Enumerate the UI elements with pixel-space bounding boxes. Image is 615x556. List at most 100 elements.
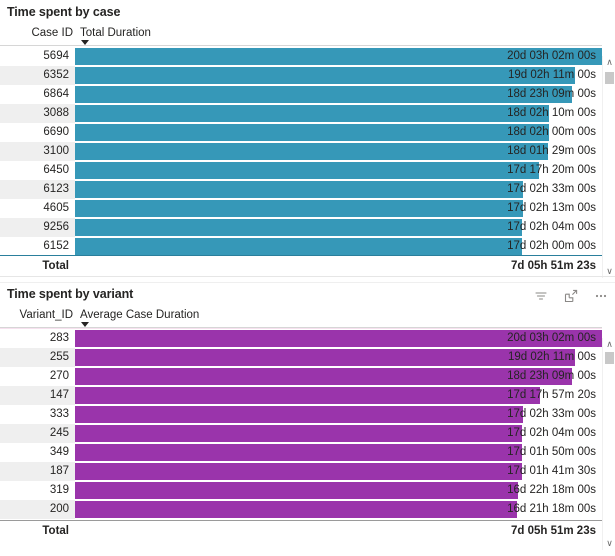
visual-time-spent-by-variant: Time spent by variant Variant_ID Average…	[0, 282, 615, 556]
table-row[interactable]: 283 20d 03h 02m 00s	[0, 329, 602, 348]
focus-mode-icon[interactable]	[563, 288, 579, 304]
table-row[interactable]: 200 16d 21h 18m 00s	[0, 500, 602, 519]
cell-id: 9256	[0, 218, 75, 237]
cell-id: 349	[0, 443, 75, 462]
table-row[interactable]: 9256 17d 02h 04m 00s	[0, 218, 602, 237]
table-row[interactable]: 3100 18d 01h 29m 00s	[0, 142, 602, 161]
cell-duration-label: 16d 22h 18m 00s	[507, 484, 596, 496]
cell-duration-bar: 20d 03h 02m 00s	[75, 329, 602, 348]
cell-duration-label: 20d 03h 02m 00s	[507, 50, 596, 62]
table-row[interactable]: 270 18d 23h 09m 00s	[0, 367, 602, 386]
more-options-icon[interactable]	[593, 288, 609, 304]
cell-id: 270	[0, 367, 75, 386]
visual-time-spent-by-case: Time spent by case Case ID Total Duratio…	[0, 0, 615, 295]
column-header-total-duration[interactable]: Total Duration	[75, 26, 602, 46]
cell-duration-label: 17d 17h 57m 20s	[507, 389, 596, 401]
cell-id: 333	[0, 405, 75, 424]
table-row[interactable]: 187 17d 01h 41m 30s	[0, 462, 602, 481]
sort-descending-caret-icon	[81, 40, 89, 45]
table-row[interactable]: 255 19d 02h 11m 00s	[0, 348, 602, 367]
cell-duration-label: 19d 02h 11m 00s	[507, 69, 596, 81]
table-row[interactable]: 4605 17d 02h 13m 00s	[0, 199, 602, 218]
cell-duration-bar: 17d 17h 20m 00s	[75, 161, 602, 180]
panel-divider	[0, 276, 615, 277]
data-bar	[75, 406, 523, 423]
cell-duration-bar: 17d 01h 50m 00s	[75, 443, 602, 462]
column-header-average-case-duration-label: Average Case Duration	[80, 309, 200, 321]
total-label-case: Total	[42, 259, 69, 272]
table-header-row-variant: Variant_ID Average Case Duration	[0, 308, 602, 328]
table-row[interactable]: 349 17d 01h 50m 00s	[0, 443, 602, 462]
cell-id: 319	[0, 481, 75, 500]
cell-duration-bar: 16d 14h 02m 00s	[75, 519, 602, 520]
cell-duration-label: 17d 02h 33m 00s	[507, 183, 596, 195]
scroll-up-arrow-variant[interactable]: ∧	[603, 338, 615, 351]
table-row[interactable]: 6864 18d 23h 09m 00s	[0, 85, 602, 104]
table-row[interactable]: 3088 18d 02h 10m 00s	[0, 104, 602, 123]
cell-id: 6690	[0, 123, 75, 142]
vertical-scroll-thumb-variant[interactable]	[605, 352, 614, 364]
cell-duration-bar: 17d 02h 13m 00s	[75, 199, 602, 218]
cell-duration-label: 20d 03h 02m 00s	[507, 332, 596, 344]
report-page: Time spent by case Case ID Total Duratio…	[0, 0, 615, 556]
filter-icon[interactable]	[533, 288, 549, 304]
cell-duration-label: 16d 21h 18m 00s	[507, 503, 596, 515]
column-header-average-case-duration[interactable]: Average Case Duration	[75, 308, 602, 328]
table-row[interactable]: 5694 20d 03h 02m 00s	[0, 47, 602, 66]
data-bar	[75, 181, 523, 198]
scroll-down-arrow-variant[interactable]: ∨	[603, 537, 615, 550]
column-header-total-duration-label: Total Duration	[80, 27, 151, 39]
cell-duration-bar: 18d 23h 09m 00s	[75, 367, 602, 386]
data-bar	[75, 482, 519, 499]
data-bar	[75, 143, 548, 160]
cell-id: 283	[0, 329, 75, 348]
total-value-case: 7d 05h 51m 23s	[510, 259, 596, 272]
table-row[interactable]: 333 17d 02h 33m 00s	[0, 405, 602, 424]
table-row[interactable]: 209 16d 14h 02m 00s	[0, 519, 602, 520]
cell-duration-bar: 17d 02h 33m 00s	[75, 180, 602, 199]
sort-descending-caret-icon	[81, 322, 89, 327]
table-body-case: 5694 20d 03h 02m 00s 6352 19d 02h 11m 00s 68…	[0, 46, 602, 255]
cell-duration-label: 17d 02h 00m 00s	[507, 240, 596, 252]
cell-duration-label: 19d 02h 11m 00s	[507, 351, 596, 363]
vertical-scroll-thumb-case[interactable]	[605, 72, 614, 84]
table-row[interactable]: 6352 19d 02h 11m 00s	[0, 66, 602, 85]
cell-duration-label: 18d 23h 09m 00s	[507, 370, 596, 382]
total-row-case: Total 7d 05h 51m 23s	[0, 255, 602, 275]
table-row[interactable]: 6152 17d 02h 00m 00s	[0, 237, 602, 255]
cell-duration-label: 18d 23h 09m 00s	[507, 88, 596, 100]
data-bar	[75, 200, 523, 217]
table-row[interactable]: 319 16d 22h 18m 00s	[0, 481, 602, 500]
panel-header-variant: Time spent by variant	[0, 282, 615, 308]
data-bar	[75, 105, 549, 122]
data-bar	[75, 349, 575, 366]
table-row[interactable]: 6450 17d 17h 20m 00s	[0, 161, 602, 180]
cell-duration-bar: 19d 02h 11m 00s	[75, 66, 602, 85]
page-title-variant: Time spent by variant	[7, 287, 134, 301]
data-bar	[75, 238, 523, 255]
total-value-variant: 7d 05h 51m 23s	[510, 524, 596, 537]
table-case: Case ID Total Duration 5694 20d 03h 02m 0…	[0, 26, 615, 295]
column-header-case-id[interactable]: Case ID	[0, 26, 75, 46]
data-bar	[75, 67, 575, 84]
cell-duration-bar: 17d 02h 04m 00s	[75, 218, 602, 237]
cell-duration-bar: 17d 02h 04m 00s	[75, 424, 602, 443]
page-title-case: Time spent by case	[7, 5, 121, 19]
cell-id: 5694	[0, 47, 75, 66]
table-row[interactable]: 245 17d 02h 04m 00s	[0, 424, 602, 443]
cell-duration-bar: 17d 02h 00m 00s	[75, 237, 602, 255]
cell-id: 209	[0, 519, 75, 520]
table-body-variant: 283 20d 03h 02m 00s 255 19d 02h 11m 00s 270 1…	[0, 328, 602, 520]
panel-header-case: Time spent by case	[0, 0, 615, 26]
cell-duration-label: 18d 02h 00m 00s	[507, 126, 596, 138]
cell-duration-bar: 16d 22h 18m 00s	[75, 481, 602, 500]
column-header-variant-id[interactable]: Variant_ID	[0, 308, 75, 328]
scroll-up-arrow-case[interactable]: ∧	[603, 56, 615, 69]
table-row[interactable]: 147 17d 17h 57m 20s	[0, 386, 602, 405]
cell-duration-bar: 16d 21h 18m 00s	[75, 500, 602, 519]
table-row[interactable]: 6690 18d 02h 00m 00s	[0, 123, 602, 142]
vertical-scrollbar-case[interactable]: ∧ ∨	[602, 56, 615, 278]
vertical-scrollbar-variant[interactable]: ∧ ∨	[602, 338, 615, 550]
table-row[interactable]: 6123 17d 02h 33m 00s	[0, 180, 602, 199]
cell-duration-bar: 18d 02h 00m 00s	[75, 123, 602, 142]
